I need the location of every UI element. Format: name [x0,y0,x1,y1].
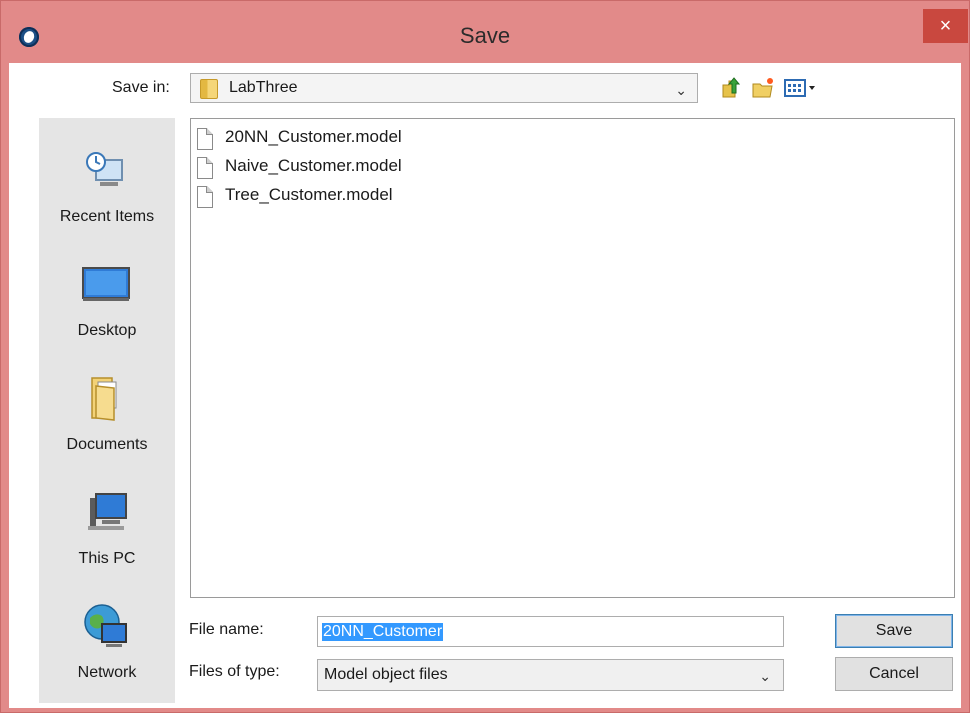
place-label: Desktop [77,322,137,339]
file-name: 20NN_Customer.model [225,127,402,146]
save-in-label: Save in: [112,79,170,96]
chevron-down-icon[interactable]: ⌄ [759,668,771,685]
cancel-button[interactable]: Cancel [835,657,953,691]
file-name: Naive_Customer.model [225,156,402,175]
place-label: Documents [66,436,148,453]
file-list[interactable]: 20NN_Customer.model Naive_Customer.model… [190,118,955,598]
save-in-combo[interactable]: LabThree ⌄ [190,73,698,103]
close-button[interactable]: × [923,9,968,43]
file-name-value: 20NN_Customer [322,623,444,641]
place-label: This PC [78,550,136,567]
place-label: Network [77,664,137,681]
places-bar: Recent Items Desktop Documents This PC N… [39,118,175,703]
document-icon [197,186,213,208]
save-in-value: LabThree [229,79,298,96]
file-type-value: Model object files [324,666,448,683]
window-title: Save [459,23,511,48]
document-icon [197,157,213,179]
dialog-body: Save in: LabThree ⌄ Recent Items Desktop… [9,63,961,708]
network-icon [82,602,130,650]
file-name-label: File name: [189,621,264,638]
place-desktop[interactable]: Desktop [39,260,175,360]
place-recent-items[interactable]: Recent Items [39,146,175,246]
file-name: Tree_Customer.model [225,185,393,204]
recent-items-icon [82,146,130,194]
title-bar[interactable]: Save × [1,1,969,63]
file-name-input[interactable]: 20NN_Customer [317,616,784,647]
up-one-level-icon[interactable] [717,75,743,101]
place-label: Recent Items [59,208,155,225]
desktop-icon [82,260,130,308]
save-button[interactable]: Save [835,614,953,648]
documents-icon [82,374,130,422]
file-type-select[interactable]: Model object files ⌄ [317,659,784,691]
document-icon [197,128,213,150]
chevron-down-icon[interactable]: ⌄ [675,82,687,99]
save-dialog: Save × Save in: LabThree ⌄ Recent Items … [0,0,970,713]
this-pc-icon [82,488,130,536]
place-this-pc[interactable]: This PC [39,488,175,588]
place-documents[interactable]: Documents [39,374,175,474]
view-menu-icon[interactable] [783,75,821,101]
folder-icon [200,79,218,99]
new-folder-icon[interactable] [750,75,776,101]
place-network[interactable]: Network [39,602,175,702]
file-type-label: Files of type: [189,663,280,680]
